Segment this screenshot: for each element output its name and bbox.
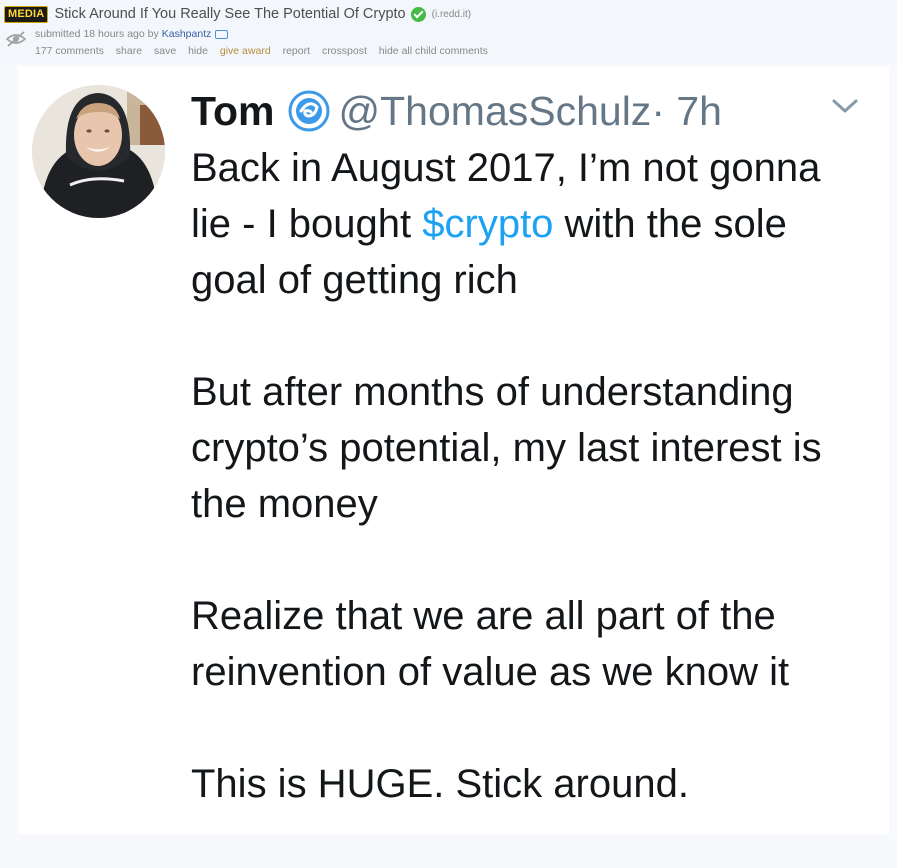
author-link[interactable]: Kashpantz <box>162 28 212 40</box>
report-button[interactable]: report <box>283 45 310 57</box>
moderator-icon <box>215 29 229 39</box>
tweet-paragraph: Back in August 2017, I’m not gonna lie -… <box>191 140 871 308</box>
hide-child-comments-button[interactable]: hide all child comments <box>379 45 488 57</box>
share-button[interactable]: share <box>116 45 142 57</box>
cashtag-link[interactable]: $crypto <box>422 202 553 246</box>
title-line: MEDIA Stick Around If You Really See The… <box>4 4 471 24</box>
avatar <box>32 85 165 218</box>
tweet-paragraph: Realize that we are all part of the rein… <box>191 594 790 694</box>
give-award-button[interactable]: give award <box>220 45 271 57</box>
hidden-eye-icon <box>5 31 27 47</box>
post-tagline: submitted 18 hours ago by Kashpantz <box>35 28 229 40</box>
tweet-header: Tom @ThomasSchulz · 7h <box>191 86 722 136</box>
avatar-photo <box>32 85 165 218</box>
post-buttons: 177 comments share save hide give award … <box>35 45 497 57</box>
tweet-paragraph: This is HUGE. Stick around. <box>191 762 689 806</box>
tweet-time: · 7h <box>651 87 722 134</box>
comments-link[interactable]: 177 comments <box>35 45 104 57</box>
save-button[interactable]: save <box>154 45 176 57</box>
tweet-text: Back in August 2017, I’m not gonna lie -… <box>191 140 871 868</box>
post-title[interactable]: Stick Around If You Really See The Poten… <box>54 6 405 22</box>
post-header: MEDIA Stick Around If You Really See The… <box>0 0 897 64</box>
post-domain[interactable]: (i.redd.it) <box>432 9 471 20</box>
tweet-paragraph: But after months of understanding crypto… <box>191 370 822 526</box>
submitted-text: submitted 18 hours ago by <box>35 28 159 40</box>
twitter-handle[interactable]: @ThomasSchulz <box>339 88 652 135</box>
crosspost-button[interactable]: crosspost <box>322 45 367 57</box>
display-name[interactable]: Tom <box>191 88 275 135</box>
chevron-down-icon[interactable] <box>830 96 860 116</box>
verified-badge-icon <box>288 90 330 132</box>
verified-check-icon <box>410 6 426 22</box>
hide-button[interactable]: hide <box>188 45 208 57</box>
media-flair[interactable]: MEDIA <box>4 5 49 23</box>
